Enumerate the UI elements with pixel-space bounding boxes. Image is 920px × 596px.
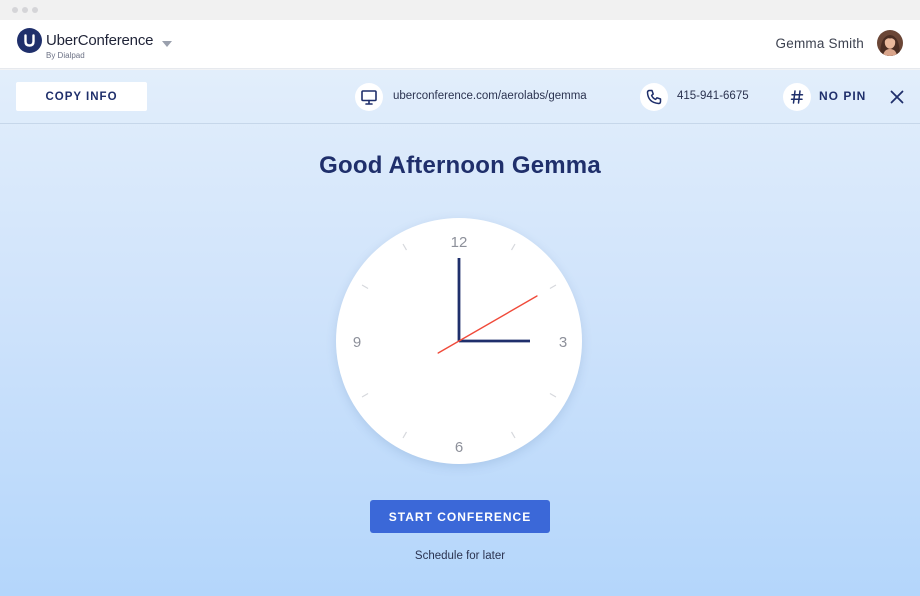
conference-info-bar: COPY INFO uberconference.com/aerolabs/ge… [0,70,920,124]
window-dot [32,7,38,13]
clock-tick [361,392,369,398]
clock-tick [549,284,557,290]
clock-tick [361,284,369,290]
clock-tick [510,243,516,251]
clock-tick [402,431,408,439]
app-header: UberConference By Dialpad Gemma Smith [0,20,920,69]
hash-icon [783,83,811,111]
clock-tick [549,392,557,398]
window-dot [12,7,18,13]
start-conference-button[interactable]: START CONFERENCE [370,500,550,533]
brand-byline: By Dialpad [46,51,85,60]
close-icon[interactable] [888,88,906,106]
brand-name: UberConference [46,32,154,49]
clock-numeral-9: 9 [353,334,361,351]
main-content: COPY INFO uberconference.com/aerolabs/ge… [0,70,920,596]
chevron-down-icon[interactable] [161,36,173,47]
pin-status: NO PIN [819,89,867,103]
clock-tick [402,243,408,251]
clock-numeral-6: 6 [455,439,463,456]
clock-tick [510,431,516,439]
clock-numeral-3: 3 [559,334,567,351]
dial-in-number[interactable]: 415-941-6675 [677,90,749,102]
window-title-bar [0,0,920,20]
user-name[interactable]: Gemma Smith [776,36,864,51]
phone-icon [640,83,668,111]
monitor-icon [355,83,383,111]
conference-url[interactable]: uberconference.com/aerolabs/gemma [393,90,587,102]
analog-clock: 12 3 6 9 [336,218,582,464]
schedule-later-link[interactable]: Schedule for later [415,550,505,562]
clock-numeral-12: 12 [451,234,468,251]
greeting-title: Good Afternoon Gemma [319,152,601,179]
clock-second-hand [437,295,538,354]
schedule-later-container: Schedule for later [0,550,920,562]
window-dot [22,7,28,13]
brand-logo-icon [17,28,42,53]
avatar[interactable] [877,30,903,56]
copy-info-button[interactable]: COPY INFO [16,82,147,111]
